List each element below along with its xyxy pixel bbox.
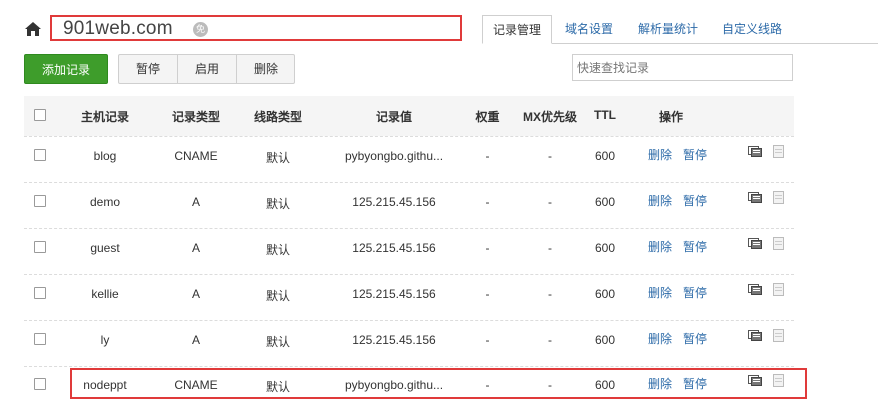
- row-checkbox[interactable]: [34, 378, 46, 390]
- type-cell: A: [191, 287, 200, 301]
- row-checkbox[interactable]: [34, 241, 46, 253]
- header-operations: 操作: [658, 110, 683, 124]
- header-mx: MX优先级: [522, 110, 577, 124]
- home-icon[interactable]: [24, 20, 42, 38]
- ttl-cell: 600: [594, 241, 616, 255]
- search-input[interactable]: [572, 54, 793, 81]
- delete-link[interactable]: 删除: [648, 284, 672, 301]
- select-all-checkbox[interactable]: [34, 109, 46, 121]
- line-cell: 默认: [265, 151, 290, 165]
- weight-cell: -: [485, 333, 490, 347]
- pause-link[interactable]: 暂停: [683, 146, 707, 163]
- note-icon[interactable]: [773, 329, 784, 342]
- delete-link[interactable]: 删除: [648, 238, 672, 255]
- weight-cell: -: [485, 149, 490, 163]
- row-checkbox[interactable]: [34, 195, 46, 207]
- remark-icon[interactable]: [748, 330, 763, 342]
- header-ttl: TTL: [594, 108, 616, 122]
- batch-action-group: 暂停 启用 删除: [118, 54, 295, 84]
- header-weight: 权重: [475, 110, 500, 124]
- pause-button[interactable]: 暂停: [119, 55, 177, 83]
- table-row: blog CNAME 默认 pybyongbo.githu... - - 600…: [24, 136, 794, 183]
- pause-link[interactable]: 暂停: [683, 284, 707, 301]
- value-cell: 125.215.45.156: [352, 241, 436, 255]
- tab-domain-settings[interactable]: 域名设置: [556, 15, 622, 43]
- pause-link[interactable]: 暂停: [683, 238, 707, 255]
- note-icon[interactable]: [773, 237, 784, 250]
- note-icon[interactable]: [773, 191, 784, 204]
- line-cell: 默认: [265, 197, 290, 211]
- line-cell: 默认: [265, 335, 290, 349]
- tab-record-management[interactable]: 记录管理: [482, 15, 552, 44]
- type-cell: A: [191, 333, 200, 347]
- delete-link[interactable]: 删除: [648, 192, 672, 209]
- remark-icon[interactable]: [748, 284, 763, 296]
- host-cell: kellie: [91, 287, 119, 301]
- delete-link[interactable]: 删除: [648, 146, 672, 163]
- mx-cell: -: [548, 149, 552, 163]
- weight-cell: -: [485, 195, 490, 209]
- ttl-cell: 600: [594, 287, 616, 301]
- enable-button[interactable]: 启用: [178, 55, 236, 83]
- add-record-button[interactable]: 添加记录: [24, 54, 108, 84]
- tab-custom-lines[interactable]: 自定义线路: [714, 15, 790, 43]
- mx-cell: -: [548, 287, 552, 301]
- host-cell: guest: [90, 241, 120, 255]
- header-line: 线路类型: [253, 110, 302, 124]
- header-host: 主机记录: [80, 110, 129, 124]
- ttl-cell: 600: [594, 195, 616, 209]
- delete-button[interactable]: 删除: [237, 55, 295, 83]
- type-cell: A: [191, 195, 200, 209]
- mx-cell: -: [548, 195, 552, 209]
- table-row: demo A 默认 125.215.45.156 - - 600 删除 暂停: [24, 182, 794, 229]
- remark-icon[interactable]: [748, 238, 763, 250]
- row-checkbox[interactable]: [34, 149, 46, 161]
- table-row: ly A 默认 125.215.45.156 - - 600 删除 暂停: [24, 320, 794, 367]
- host-cell: demo: [89, 195, 121, 209]
- weight-cell: -: [485, 241, 490, 255]
- pause-link[interactable]: 暂停: [683, 330, 707, 347]
- note-icon[interactable]: [773, 283, 784, 296]
- line-cell: 默认: [265, 289, 290, 303]
- host-cell: blog: [93, 149, 117, 163]
- free-badge: 免: [193, 22, 208, 37]
- type-cell: CNAME: [174, 149, 218, 163]
- host-cell: ly: [100, 333, 110, 347]
- value-cell: 125.215.45.156: [352, 287, 436, 301]
- ttl-cell: 600: [594, 333, 616, 347]
- row-checkbox[interactable]: [34, 287, 46, 299]
- value-cell: pybyongbo.githu...: [344, 149, 444, 163]
- weight-cell: -: [485, 287, 490, 301]
- value-cell: 125.215.45.156: [352, 333, 436, 347]
- table-row: kellie A 默认 125.215.45.156 - - 600 删除 暂停: [24, 274, 794, 321]
- type-cell: A: [191, 241, 200, 255]
- row-highlight: [70, 368, 807, 399]
- ttl-cell: 600: [594, 149, 616, 163]
- delete-link[interactable]: 删除: [648, 330, 672, 347]
- header-type: 记录类型: [171, 110, 220, 124]
- value-cell: 125.215.45.156: [352, 195, 436, 209]
- note-icon[interactable]: [773, 145, 784, 158]
- line-cell: 默认: [265, 243, 290, 257]
- pause-link[interactable]: 暂停: [683, 192, 707, 209]
- table-header: 主机记录 记录类型 线路类型 记录值 权重 MX优先级 TTL 操作: [24, 96, 794, 136]
- row-checkbox[interactable]: [34, 333, 46, 345]
- remark-icon[interactable]: [748, 192, 763, 204]
- mx-cell: -: [548, 241, 552, 255]
- table-row: guest A 默认 125.215.45.156 - - 600 删除 暂停: [24, 228, 794, 275]
- domain-title-highlight: 901web.com 免: [50, 15, 462, 41]
- header-value: 记录值: [375, 110, 412, 124]
- remark-icon[interactable]: [748, 146, 763, 158]
- tab-resolution-stats[interactable]: 解析量统计: [630, 15, 706, 43]
- domain-name: 901web.com: [63, 18, 173, 39]
- mx-cell: -: [548, 333, 552, 347]
